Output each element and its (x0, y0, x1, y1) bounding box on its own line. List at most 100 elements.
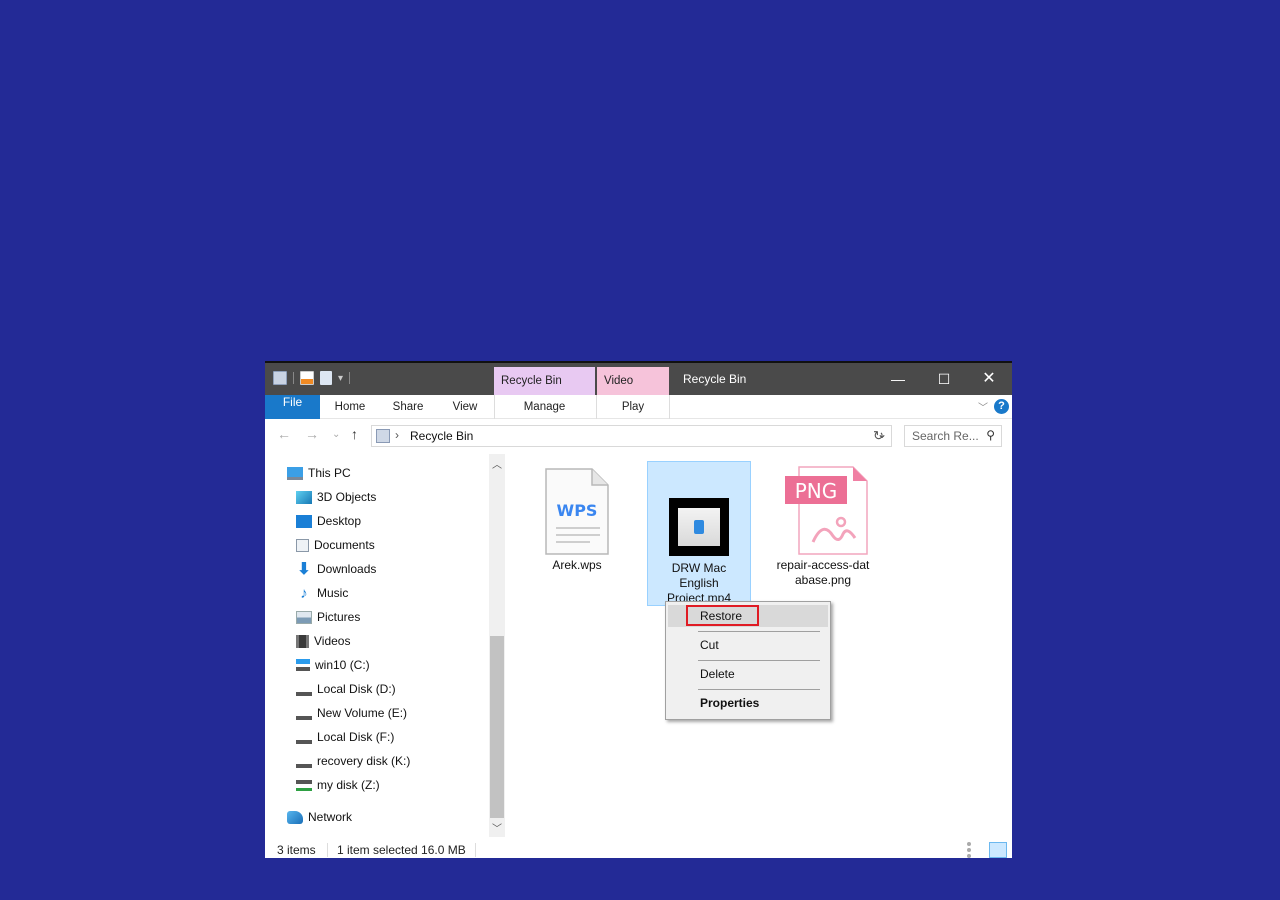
close-button[interactable]: ✕ (966, 363, 1012, 395)
nav-item-label: recovery disk (K:) (317, 754, 411, 768)
drive-icon (296, 759, 312, 768)
downloads-icon: ⬇ (297, 560, 311, 578)
new-folder-icon[interactable] (320, 371, 332, 385)
tab-view[interactable]: View (440, 395, 490, 419)
selection-info: 1 item selected 16.0 MB (337, 843, 466, 857)
nav-item-label: This PC (308, 466, 351, 480)
nav-item-drive-c[interactable]: win10 (C:) (296, 655, 370, 675)
menu-item-cut[interactable]: Cut (668, 634, 828, 656)
nav-item-music[interactable]: ♪ Music (296, 583, 348, 603)
status-bar: 3 items 1 item selected 16.0 MB (265, 840, 1012, 860)
nav-item-label: Network (308, 810, 353, 824)
file-name-line: abase.png (794, 573, 852, 587)
file-name-line: DRW Mac (671, 561, 727, 575)
recycle-bin-icon[interactable] (273, 371, 287, 385)
item-count: 3 items (277, 843, 316, 857)
nav-item-label: Downloads (317, 562, 377, 576)
file-name-line: repair-access-dat (776, 558, 870, 572)
app-logo-icon (694, 520, 704, 534)
back-button[interactable]: ← (277, 426, 291, 442)
tab-home[interactable]: Home (325, 395, 375, 419)
nav-item-downloads[interactable]: ⬇ Downloads (296, 559, 376, 579)
nav-item-network[interactable]: Network (287, 807, 352, 827)
details-view-icon[interactable] (967, 842, 985, 858)
nav-item-pictures[interactable]: Pictures (296, 607, 360, 627)
file-name-line: English (679, 576, 719, 590)
nav-item-3d-objects[interactable]: 3D Objects (296, 487, 376, 507)
wps-file-icon: WPS (545, 468, 609, 555)
nav-item-label: New Volume (E:) (317, 706, 408, 720)
forward-button[interactable]: → (305, 426, 319, 442)
scroll-up-icon[interactable]: ︿ (489, 456, 505, 471)
tab-file[interactable]: File (265, 395, 320, 419)
scroll-down-icon[interactable]: ﹀ (489, 820, 505, 835)
chevron-right-icon[interactable]: › (395, 428, 399, 442)
nav-item-drive-e[interactable]: New Volume (E:) (296, 703, 407, 723)
minimize-button[interactable]: — (875, 363, 921, 395)
desktop-icon (296, 514, 312, 528)
nav-item-label: Music (317, 586, 349, 600)
thumbnail-frame (678, 508, 720, 546)
help-icon[interactable]: ? (994, 399, 1009, 414)
nav-item-drive-z[interactable]: my disk (Z:) (296, 775, 380, 795)
file-item-drw-mac-english-project[interactable]: DRW Mac English Project.mp4 (647, 461, 751, 606)
separator (349, 372, 351, 384)
tab-manage[interactable]: Manage (494, 395, 595, 419)
nav-item-documents[interactable]: Documents (296, 535, 375, 555)
nav-item-drive-f[interactable]: Local Disk (F:) (296, 727, 394, 747)
address-bar[interactable]: › Recycle Bin ⌄ (371, 425, 892, 447)
nav-item-videos[interactable]: Videos (296, 631, 350, 651)
title-bar: ▾ Recycle Bin Tools Video Tools Recycle … (265, 363, 1012, 415)
file-item-arek-wps[interactable]: WPS Arek.wps (525, 460, 629, 580)
search-input[interactable]: Search Re... ⚲ (904, 425, 1002, 447)
navigation-pane: This PC 3D Objects Desktop Documents ⬇ D… (265, 455, 505, 840)
maximize-button[interactable]: ☐ (921, 363, 967, 395)
properties-icon[interactable] (300, 371, 314, 385)
file-item-repair-access-database-png[interactable]: PNG repair-access-dat abase.png (771, 460, 875, 587)
customize-toolbar-icon[interactable]: ▾ (338, 373, 343, 384)
refresh-button[interactable]: ↻ (873, 428, 884, 444)
nav-item-desktop[interactable]: Desktop (296, 511, 361, 531)
network-icon (287, 810, 303, 824)
navigation-bar: ← → ⌄ ↑ › Recycle Bin ⌄ ↻ Search Re... ⚲ (265, 423, 1012, 449)
menu-item-properties[interactable]: Properties (668, 692, 828, 714)
tab-play[interactable]: Play (597, 395, 669, 419)
drive-icon (296, 687, 312, 696)
collapse-ribbon-icon[interactable]: ﹀ (978, 399, 988, 414)
search-icon[interactable]: ⚲ (986, 428, 995, 442)
nav-item-label: Videos (314, 634, 351, 648)
system-drive-icon (296, 659, 310, 671)
tab-share[interactable]: Share (383, 395, 433, 419)
recent-locations-button[interactable]: ⌄ (332, 429, 340, 440)
drive-icon (296, 711, 312, 720)
nav-item-label: Desktop (317, 514, 362, 528)
videos-icon (296, 634, 309, 648)
nav-item-label: Pictures (317, 610, 361, 624)
scrollbar-thumb[interactable] (490, 636, 504, 818)
ribbon-tabs: File Home Share View Manage Play ﹀ ? (265, 395, 1012, 419)
menu-item-delete[interactable]: Delete (668, 663, 828, 685)
breadcrumb-recycle-bin[interactable]: Recycle Bin (410, 429, 473, 443)
up-button[interactable]: ↑ (351, 426, 358, 442)
navigation-pane-scrollbar[interactable]: ︿ ﹀ (489, 454, 505, 837)
nav-item-drive-k[interactable]: recovery disk (K:) (296, 751, 410, 771)
nav-item-label: Local Disk (D:) (317, 682, 396, 696)
file-badge-text: WPS (557, 501, 598, 520)
music-icon: ♪ (300, 584, 308, 602)
nav-item-drive-d[interactable]: Local Disk (D:) (296, 679, 396, 699)
search-placeholder: Search Re... (912, 429, 979, 443)
quick-access-toolbar: ▾ (273, 371, 351, 385)
nav-item-label: 3D Objects (317, 490, 377, 504)
pictures-icon (296, 610, 312, 624)
context-tab-recycle-bin-tools: Recycle Bin Tools (494, 367, 595, 415)
file-explorer-window: ▾ Recycle Bin Tools Video Tools Recycle … (265, 361, 1012, 858)
large-icons-view-icon[interactable] (989, 842, 1007, 858)
nav-item-this-pc[interactable]: This PC (287, 463, 351, 483)
restore-highlight-box (686, 605, 759, 626)
3d-objects-icon (296, 490, 312, 504)
video-thumbnail (669, 498, 729, 556)
separator (669, 395, 670, 419)
separator (293, 372, 294, 384)
separator (475, 843, 476, 857)
drive-icon (296, 735, 312, 744)
